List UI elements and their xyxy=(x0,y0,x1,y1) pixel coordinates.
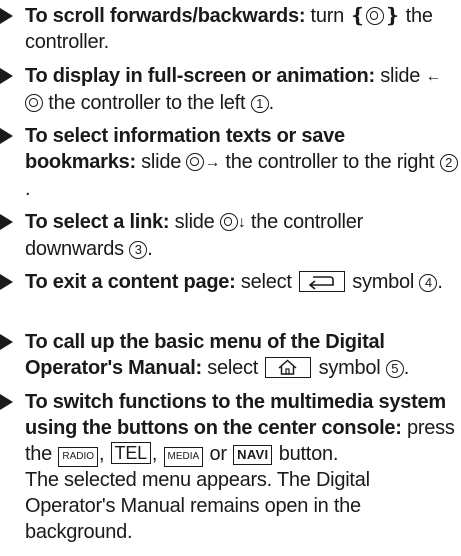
instruction-select-info: To select information texts or save book… xyxy=(0,123,458,202)
radio-button-label: RADIO xyxy=(58,447,99,467)
tel-button-label: TEL xyxy=(110,442,151,464)
back-arrow-icon xyxy=(298,271,345,292)
manual-page: To scroll forwards/backwards: turn ❴ ❵ th… xyxy=(0,0,461,556)
callout-number: 1 xyxy=(250,95,269,113)
bullet-triangle-icon xyxy=(0,8,13,24)
callout-number: 3 xyxy=(129,241,148,259)
bullet-triangle-icon xyxy=(0,394,13,410)
instruction-heading: To select a link: xyxy=(25,211,170,233)
bullet-triangle-icon xyxy=(0,274,13,290)
callout-number: 4 xyxy=(419,274,438,292)
turn-controller-icon: ❴ ❵ xyxy=(349,5,401,27)
slide-right-controller-icon: → xyxy=(186,151,220,173)
instruction-heading: To exit a content page: xyxy=(25,271,236,293)
callout-number: 5 xyxy=(385,360,404,378)
instruction-heading: To display in full-screen or animation: xyxy=(25,65,375,87)
instruction-switch-functions: To switch functions to the multimedia sy… xyxy=(0,389,458,545)
bullet-triangle-icon xyxy=(0,334,13,350)
bullet-triangle-icon xyxy=(0,68,13,84)
instruction-heading: To switch functions to the multimedia sy… xyxy=(25,391,446,439)
instruction-basic-menu: To call up the basic menu of the Digital… xyxy=(0,329,458,381)
slide-down-controller-icon: ↓ xyxy=(219,211,246,233)
result-note: The selected menu appears. The Digital O… xyxy=(25,469,370,543)
callout-number: 2 xyxy=(439,154,458,172)
instruction-scroll: To scroll forwards/backwards: turn ❴ ❵ th… xyxy=(0,3,458,55)
home-icon xyxy=(265,357,312,378)
bullet-triangle-icon xyxy=(0,128,13,144)
navi-button-label: NAVI xyxy=(233,445,273,465)
instruction-fullscreen: To display in full-screen or animation: … xyxy=(0,63,458,116)
instruction-heading: To scroll forwards/backwards: xyxy=(25,5,306,27)
bullet-triangle-icon xyxy=(0,214,13,230)
media-button-label: MEDIA xyxy=(163,447,204,467)
instruction-select-link: To select a link: slide ↓ the controller… xyxy=(0,209,458,262)
instruction-exit-page: To exit a content page: select symbol 4. xyxy=(0,269,458,295)
